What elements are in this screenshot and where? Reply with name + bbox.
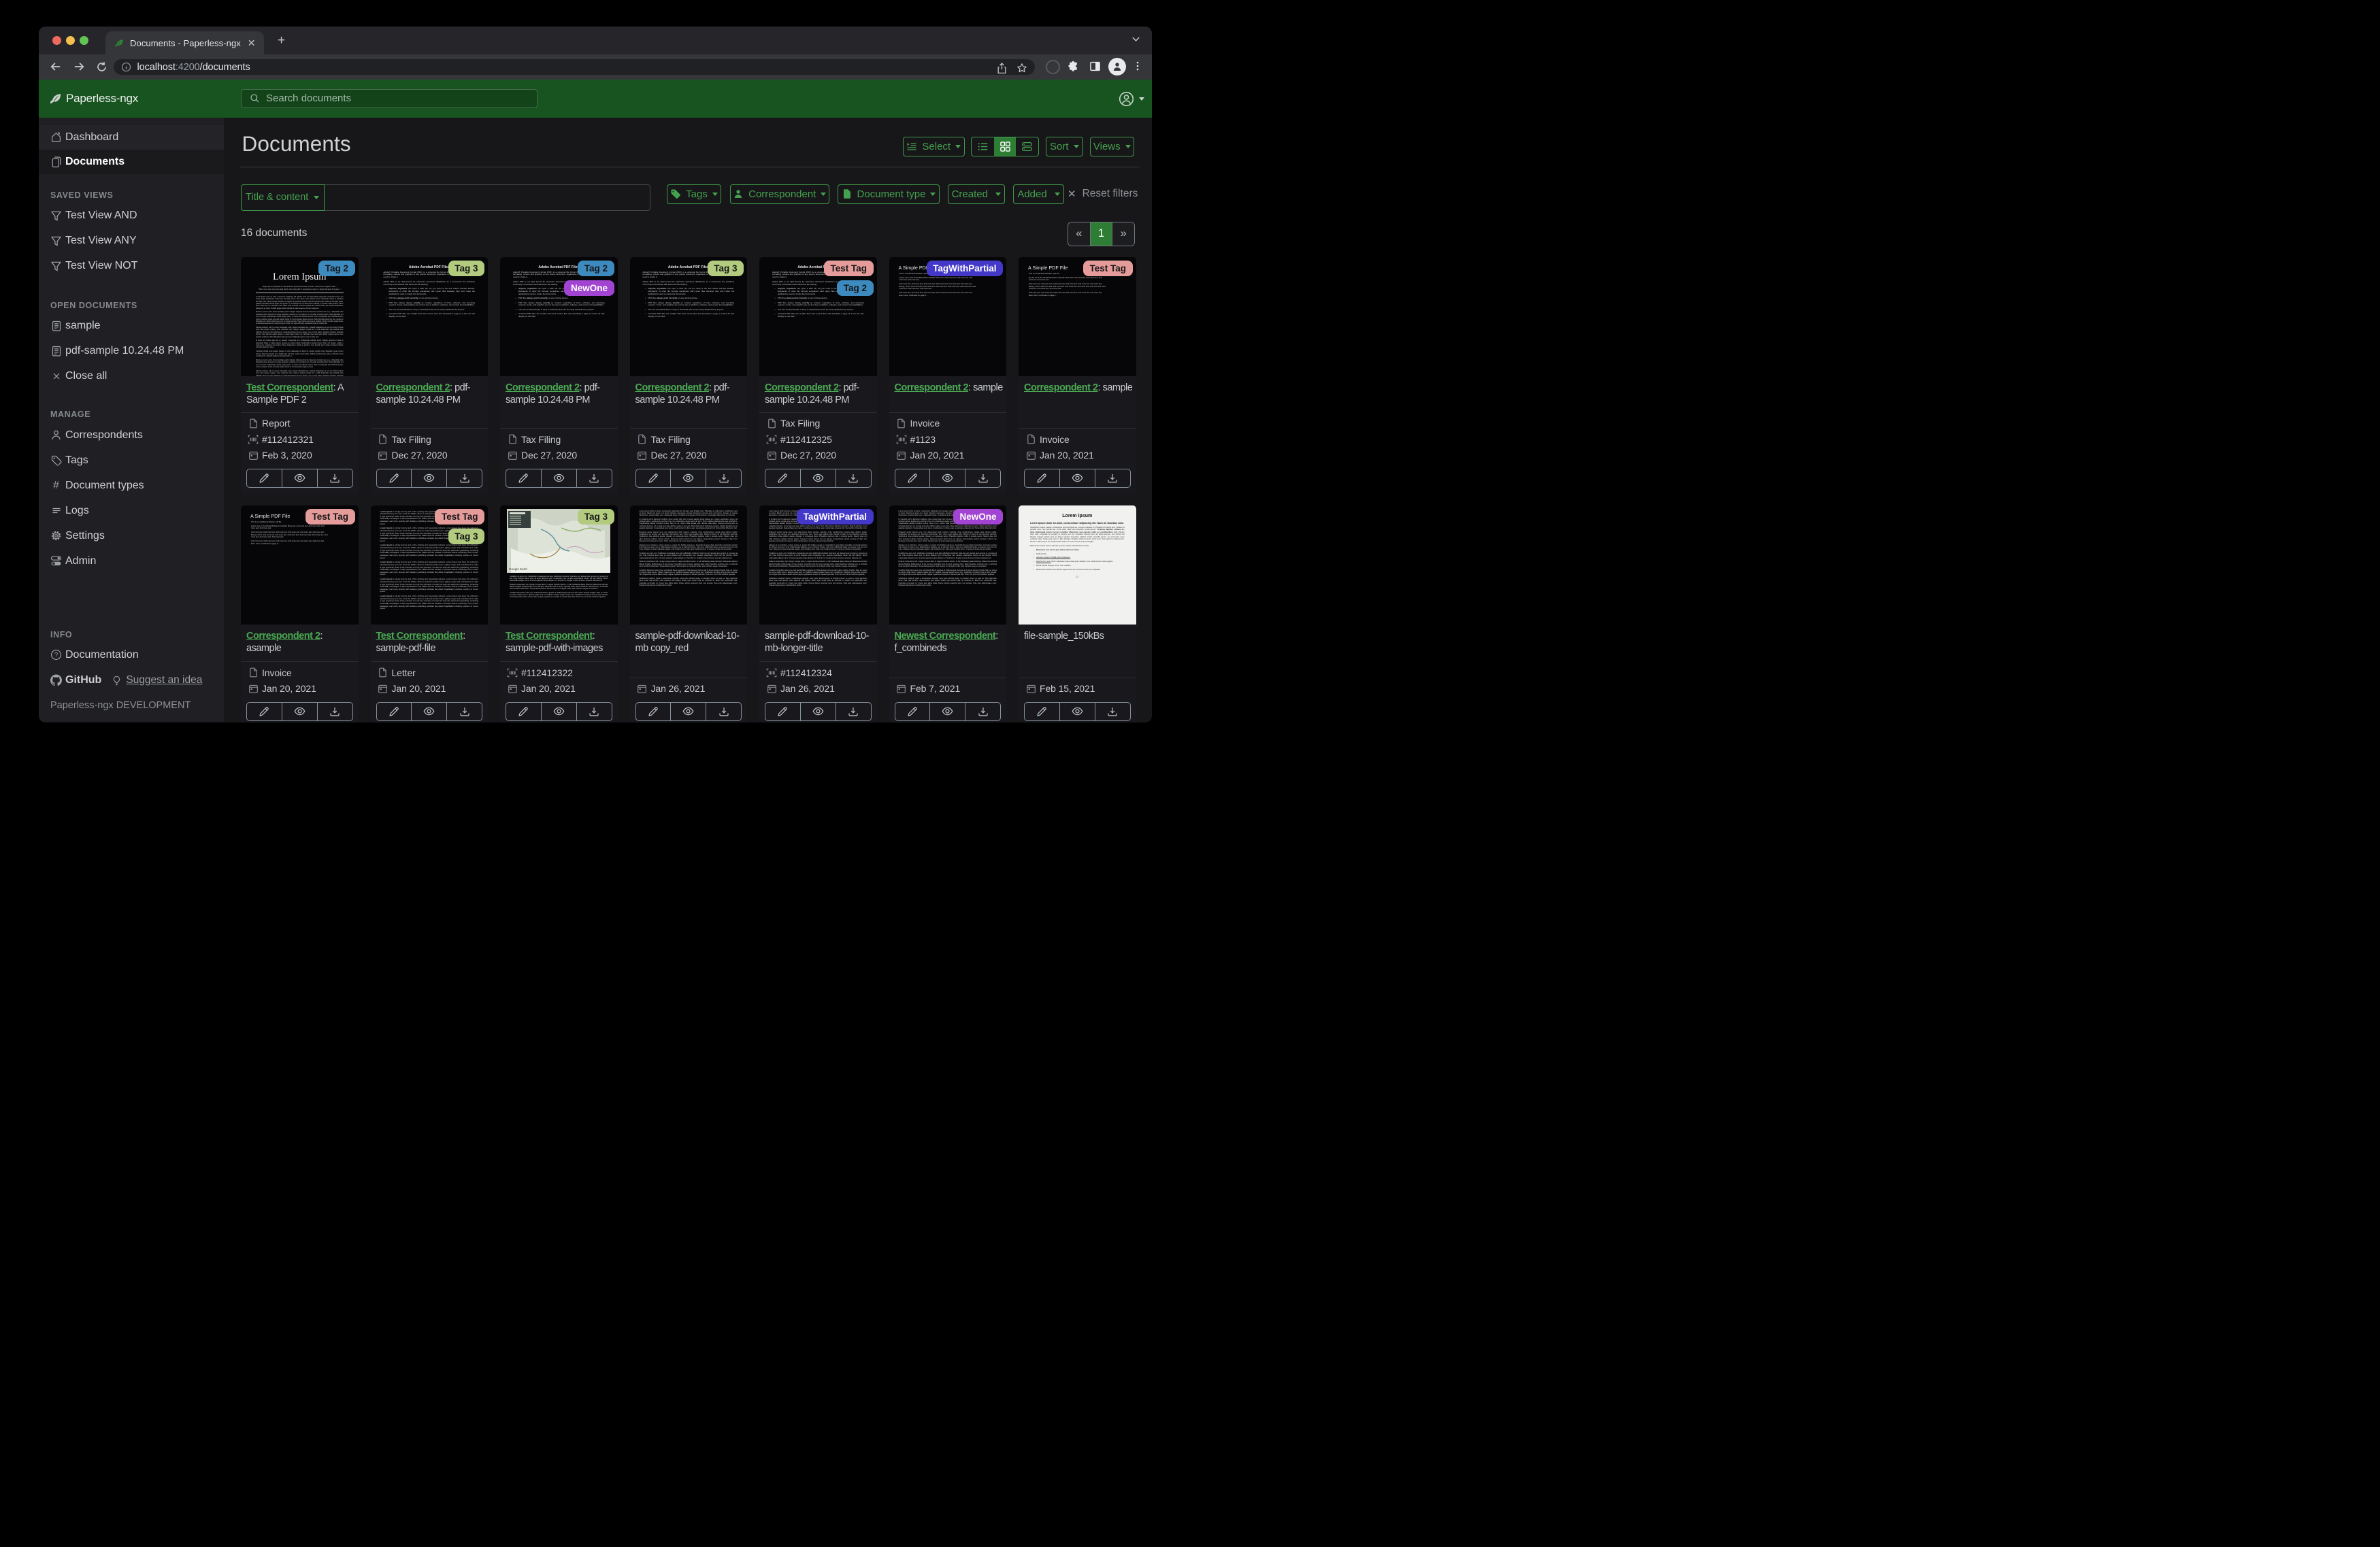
svg-text:Google Earth: Google Earth bbox=[509, 567, 528, 571]
